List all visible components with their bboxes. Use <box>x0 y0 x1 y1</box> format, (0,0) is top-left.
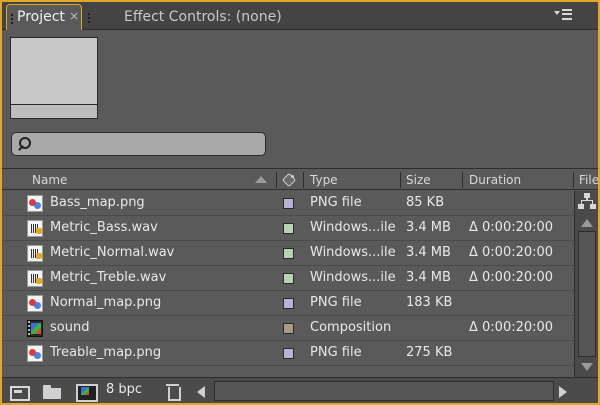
item-size: 3.4 MB <box>406 245 451 260</box>
tab-effect-controls[interactable]: Effect Controls: (none) <box>86 4 426 30</box>
label-tag-icon[interactable] <box>280 171 298 189</box>
new-folder-icon[interactable] <box>42 382 64 400</box>
item-type: Windows...ile <box>310 270 396 285</box>
list-item[interactable]: Metric_Treble.wav Windows...ile 3.4 MB Δ… <box>2 266 574 291</box>
new-composition-icon[interactable] <box>75 382 98 402</box>
png-file-icon <box>27 195 43 212</box>
project-items-list: Bass_map.png PNG file 85 KB Metric_Bass.… <box>2 191 574 371</box>
tab-close-icon[interactable]: × <box>69 9 79 23</box>
item-duration: Δ 0:00:20:00 <box>469 245 554 260</box>
scroll-left-arrow-icon[interactable] <box>197 386 205 398</box>
column-header-duration[interactable]: Duration <box>469 169 521 191</box>
scroll-up-arrow-icon[interactable] <box>581 219 593 227</box>
list-item[interactable]: Metric_Normal.wav Windows...ile 3.4 MB Δ… <box>2 241 574 266</box>
search-icon <box>17 136 31 152</box>
audio-file-icon <box>27 220 43 237</box>
item-type: Composition <box>310 320 392 335</box>
vertical-scrollbar[interactable] <box>574 191 598 377</box>
item-type: PNG file <box>310 195 362 210</box>
tab-grip-icon[interactable] <box>88 13 90 23</box>
flowchart-icon[interactable] <box>578 193 596 209</box>
item-name: sound <box>50 320 90 335</box>
item-name: Metric_Normal.wav <box>50 245 175 260</box>
list-item[interactable]: Bass_map.png PNG file 85 KB <box>2 191 574 216</box>
panel-menu-icon[interactable] <box>554 9 574 23</box>
project-panel: Project × Effect Controls: (none) Name T… <box>0 0 600 405</box>
list-item[interactable]: sound Composition Δ 0:00:20:00 <box>2 316 574 341</box>
sort-ascending-icon[interactable] <box>255 176 267 183</box>
item-type: PNG file <box>310 295 362 310</box>
label-color-swatch[interactable] <box>283 273 294 284</box>
horizontal-scroll-track[interactable] <box>214 381 554 401</box>
column-header-row: Name Type Size Duration File <box>2 168 599 191</box>
tab-effect-controls-label: Effect Controls: (none) <box>124 9 282 25</box>
label-color-swatch[interactable] <box>283 198 294 209</box>
scroll-down-arrow-icon[interactable] <box>581 363 593 371</box>
panel-tab-bar: Project × Effect Controls: (none) <box>2 2 598 30</box>
list-item[interactable]: Normal_map.png PNG file 183 KB <box>2 291 574 316</box>
item-type: Windows...ile <box>310 245 396 260</box>
item-duration: Δ 0:00:20:00 <box>469 220 554 235</box>
item-size: 3.4 MB <box>406 220 451 235</box>
list-item[interactable]: Metric_Bass.wav Windows...ile 3.4 MB Δ 0… <box>2 216 574 241</box>
audio-file-icon <box>27 270 43 287</box>
item-type: Windows...ile <box>310 220 396 235</box>
item-duration: Δ 0:00:20:00 <box>469 320 554 335</box>
item-duration: Δ 0:00:20:00 <box>469 270 554 285</box>
item-size: 275 KB <box>406 345 453 360</box>
thumbnail-strip <box>11 104 97 118</box>
composition-icon <box>27 320 43 337</box>
panel-footer-toolbar: 8 bpc <box>2 377 598 403</box>
item-name: Treable_map.png <box>50 345 162 360</box>
label-color-swatch[interactable] <box>283 248 294 259</box>
tab-project[interactable]: Project × <box>6 4 82 30</box>
item-name: Metric_Bass.wav <box>50 220 158 235</box>
audio-file-icon <box>27 245 43 262</box>
label-color-swatch[interactable] <box>283 323 294 334</box>
tab-project-label: Project <box>17 9 65 25</box>
trash-icon[interactable] <box>165 382 181 401</box>
search-field[interactable] <box>11 132 266 156</box>
column-header-type[interactable]: Type <box>310 169 338 191</box>
item-size: 85 KB <box>406 195 445 210</box>
label-color-swatch[interactable] <box>283 223 294 234</box>
preview-thumbnail <box>10 37 98 119</box>
column-header-file[interactable]: File <box>579 169 599 191</box>
item-type: PNG file <box>310 345 362 360</box>
item-size: 3.4 MB <box>406 270 451 285</box>
label-color-swatch[interactable] <box>283 348 294 359</box>
label-color-swatch[interactable] <box>283 298 294 309</box>
column-header-size[interactable]: Size <box>406 169 431 191</box>
png-file-icon <box>27 295 43 312</box>
item-name: Metric_Treble.wav <box>50 270 167 285</box>
scroll-right-arrow-icon[interactable] <box>559 386 567 398</box>
interpret-footage-icon[interactable] <box>10 382 32 401</box>
column-header-name[interactable]: Name <box>32 169 67 191</box>
list-item[interactable]: Treable_map.png PNG file 275 KB <box>2 341 574 366</box>
item-size: 183 KB <box>406 295 453 310</box>
project-color-depth[interactable]: 8 bpc <box>106 382 142 397</box>
png-file-icon <box>27 345 43 362</box>
item-name: Normal_map.png <box>50 295 162 310</box>
tab-grip-icon[interactable] <box>11 14 13 24</box>
item-name: Bass_map.png <box>50 195 145 210</box>
vertical-scroll-track[interactable] <box>578 231 596 357</box>
